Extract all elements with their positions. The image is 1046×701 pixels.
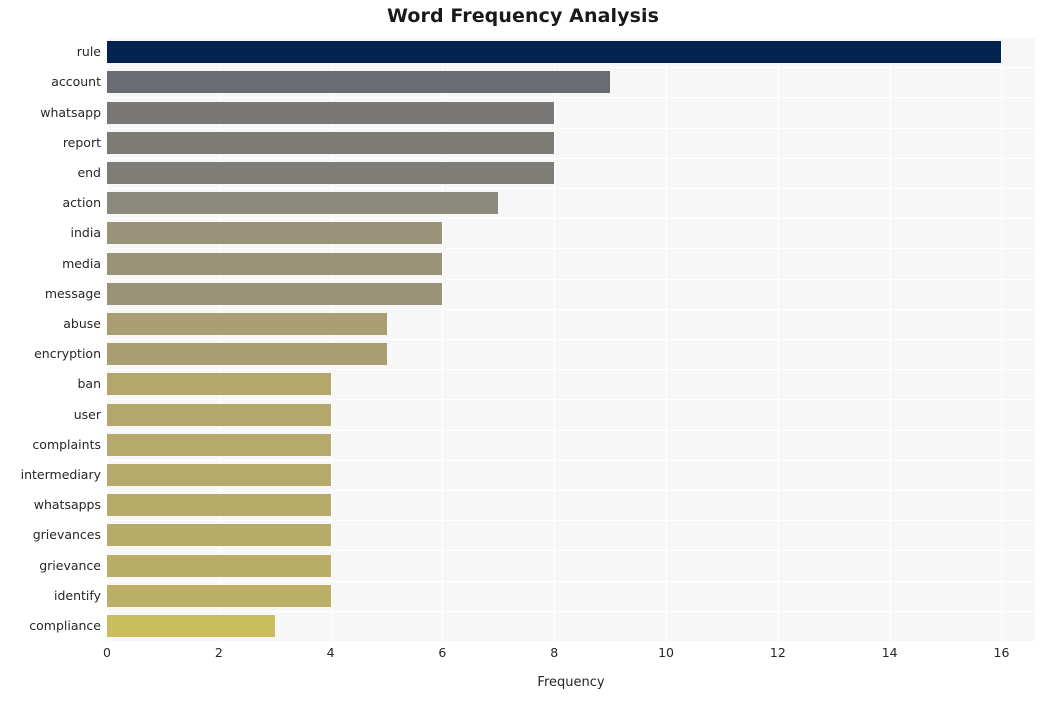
y-tick-label: encryption	[34, 346, 101, 362]
y-gridline	[107, 278, 1035, 280]
x-tick-label: 16	[993, 645, 1010, 660]
y-gridline	[107, 399, 1035, 401]
bar	[107, 312, 387, 335]
y-gridline	[107, 369, 1035, 371]
y-tick-label: ban	[77, 376, 101, 392]
y-tick-label: abuse	[63, 315, 101, 331]
y-tick-label: intermediary	[20, 466, 101, 482]
y-tick-label: compliance	[29, 617, 101, 633]
y-tick-label: grievances	[32, 527, 101, 543]
y-gridline	[107, 37, 1035, 38]
y-tick-label: end	[77, 164, 101, 180]
y-gridline	[107, 490, 1035, 491]
x-tick-label: 10	[658, 645, 674, 660]
y-gridline	[107, 641, 1035, 642]
bar	[107, 101, 555, 124]
chart-title: Word Frequency Analysis	[386, 5, 660, 27]
x-tick-label: 12	[769, 645, 786, 660]
y-tick-label: user	[73, 406, 101, 422]
y-tick-label: rule	[76, 44, 101, 60]
bar	[107, 71, 611, 94]
x-axis-title: Frequency	[537, 675, 605, 690]
bar	[107, 524, 331, 547]
bar	[107, 494, 331, 517]
y-tick-label: identify	[54, 587, 101, 603]
y-gridline	[107, 459, 1035, 461]
y-tick-label: grievance	[39, 557, 101, 573]
x-tick-label: 4	[326, 645, 335, 660]
bar	[107, 41, 1002, 64]
y-gridline	[107, 248, 1035, 250]
y-gridline	[107, 67, 1035, 69]
y-tick-label: message	[44, 285, 101, 301]
x-tick-label: 8	[550, 645, 559, 660]
y-gridline	[107, 97, 1035, 99]
bar	[107, 192, 499, 215]
y-tick-label: india	[70, 225, 101, 241]
bar	[107, 403, 331, 426]
y-tick-label: whatsapps	[33, 497, 101, 513]
y-gridline	[107, 550, 1035, 552]
y-axis-tick-labels: rule account whatsapp report end action india m…	[0, 37, 101, 641]
y-gridline	[107, 429, 1035, 431]
y-gridline	[107, 127, 1035, 129]
bar	[107, 282, 443, 305]
y-tick-label: account	[51, 74, 101, 90]
y-gridline	[107, 188, 1035, 189]
y-tick-label: action	[62, 195, 101, 211]
bar	[107, 433, 331, 456]
y-gridline	[107, 339, 1035, 340]
bar	[107, 131, 555, 154]
x-tick-label: 0	[103, 645, 111, 660]
y-tick-label: whatsapp	[40, 104, 101, 120]
bar	[107, 584, 331, 607]
bar	[107, 222, 443, 245]
bar	[107, 343, 387, 366]
bar	[107, 614, 275, 637]
bar	[107, 161, 555, 184]
bar	[107, 463, 331, 486]
chart-figure: Word Frequency Analysis rule account whats…	[0, 0, 1046, 701]
bar	[107, 554, 331, 577]
bar	[107, 373, 331, 396]
y-tick-label: report	[62, 134, 101, 150]
plot-area	[107, 37, 1035, 642]
y-tick-label: complaints	[32, 436, 101, 452]
x-tick-label: 2	[214, 645, 223, 660]
y-gridline	[107, 520, 1035, 522]
bar	[107, 252, 443, 275]
x-tick-label: 6	[438, 645, 447, 660]
y-gridline	[107, 610, 1035, 612]
y-tick-label: media	[62, 255, 101, 271]
y-gridline	[107, 580, 1035, 582]
y-gridline	[107, 308, 1035, 310]
y-gridline	[107, 157, 1035, 159]
x-tick-label: 14	[881, 645, 898, 660]
y-gridline	[107, 218, 1035, 220]
x-axis-tick-labels: 0 2 4 6 8 10 12 14 16	[0, 645, 1046, 667]
